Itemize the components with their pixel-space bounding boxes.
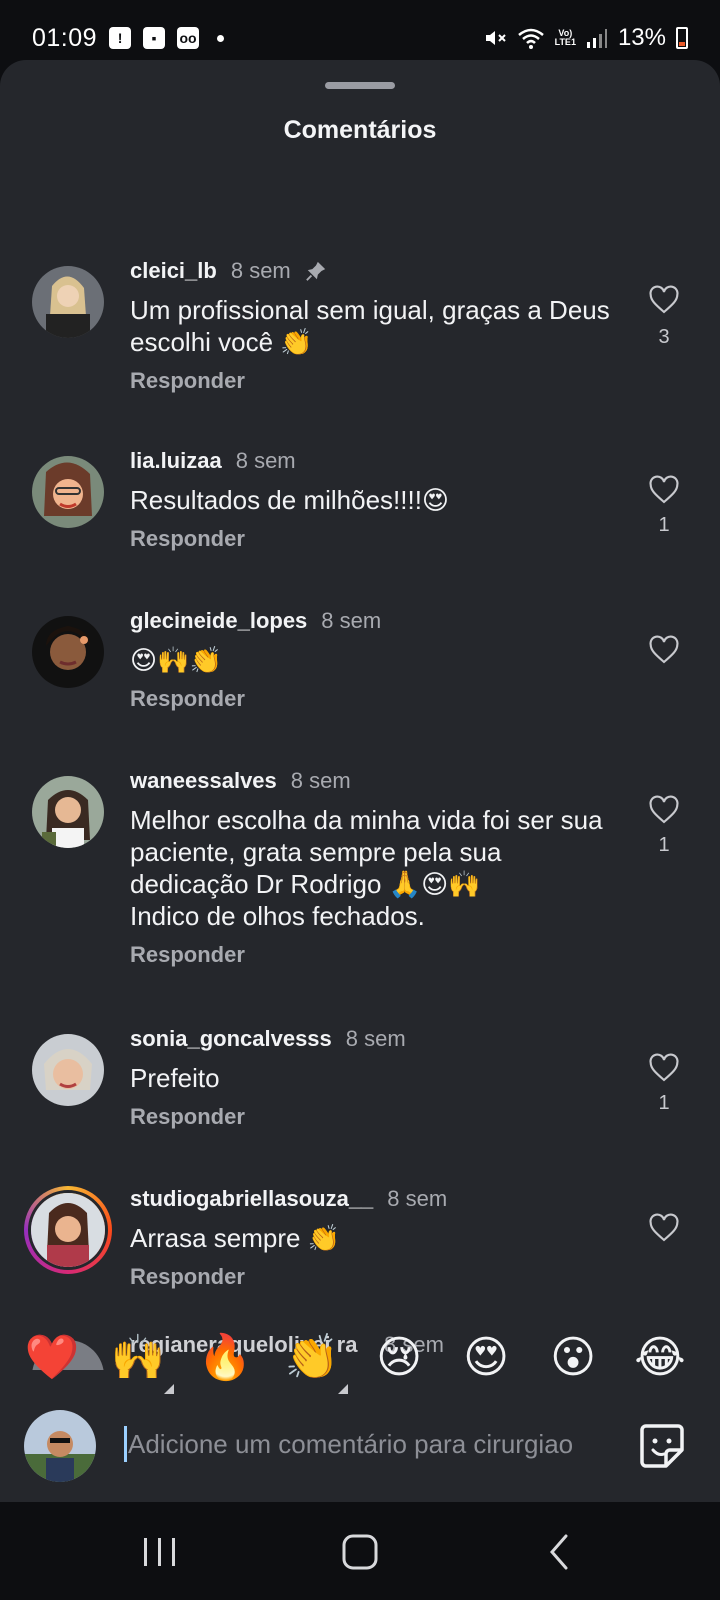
reply-button[interactable]: Responder: [130, 942, 245, 968]
voicemail-icon: oo: [177, 27, 200, 49]
more-notifications-dot: [217, 34, 225, 42]
avatar[interactable]: [32, 616, 104, 688]
heart-eyes-emoji-button[interactable]: 😍: [456, 1328, 516, 1388]
status-time: 01:09: [32, 23, 98, 52]
battery-icon: [676, 27, 688, 49]
alert-icon: !: [109, 27, 132, 49]
comment-time: 8 sem: [345, 1026, 406, 1051]
emoji-glyph: 👏: [284, 1333, 340, 1382]
sheet-grabber[interactable]: [325, 82, 395, 89]
battery-percent: 13%: [617, 24, 666, 51]
home-icon[interactable]: [338, 1530, 382, 1574]
comment-composer: [0, 1410, 720, 1500]
comment-text: Um profissional sem igual, graças a Deus…: [130, 295, 610, 357]
comments-sheet: Comentários cleici_lb 8 sem Um profissio…: [0, 60, 720, 1502]
comment-username[interactable]: sonia_goncalvesss: [130, 1026, 332, 1052]
avatar[interactable]: [32, 456, 104, 528]
tears-of-joy-emoji-button[interactable]: 😂: [630, 1328, 690, 1388]
comment-text: Resultados de milhões!!!!😍: [130, 485, 450, 515]
emoji-glyph: 🙌: [110, 1333, 166, 1382]
heart-icon[interactable]: [648, 794, 680, 826]
wifi-icon: [517, 28, 544, 49]
comment-time: 8 sem: [321, 608, 382, 633]
comment-text: Arrasa sempre 👏: [130, 1223, 341, 1253]
reply-button[interactable]: Responder: [130, 526, 245, 552]
comment-time: 8 sem: [387, 1186, 448, 1211]
image-icon: ▪: [143, 27, 166, 49]
sticker-icon[interactable]: [638, 1422, 686, 1470]
raising-hands-emoji-button[interactable]: 🙌: [108, 1328, 174, 1394]
heart-icon[interactable]: [648, 1052, 680, 1084]
sheet-title: Comentários: [283, 116, 437, 144]
comment-time: 8 sem: [230, 258, 291, 283]
reply-button[interactable]: Responder: [130, 1264, 245, 1290]
comment-username[interactable]: studiogabriellasouza__: [130, 1186, 373, 1212]
comment-username[interactable]: glecineide_lopes: [130, 608, 307, 634]
back-icon[interactable]: [538, 1530, 582, 1574]
lte-indicator: Vo) LTE1: [554, 28, 576, 47]
comment-text: Melhor escolha da minha vida foi ser sua…: [130, 804, 620, 932]
comment-username[interactable]: waneessalves: [130, 768, 277, 794]
comment-text: Prefeito: [130, 1063, 220, 1093]
surprised-face-emoji-button[interactable]: 😮: [543, 1328, 603, 1388]
fire-emoji-button[interactable]: 🔥: [195, 1328, 255, 1388]
heart-icon[interactable]: [648, 474, 680, 506]
signal-icon: [586, 29, 607, 48]
like-count: 1: [658, 834, 670, 856]
mute-icon: [485, 31, 506, 45]
comment-text-line: Indico de olhos fechados.: [130, 901, 425, 931]
skin-tone-indicator: [338, 1384, 348, 1394]
crying-face-emoji-button[interactable]: 😢: [369, 1328, 429, 1388]
system-nav-bar: [0, 1502, 720, 1600]
text-cursor: [124, 1426, 127, 1462]
avatar[interactable]: [32, 266, 104, 338]
comment-time: 8 sem: [235, 448, 296, 473]
comment-username[interactable]: lia.luizaa: [130, 448, 222, 474]
comment-username[interactable]: cleici_lb: [130, 258, 217, 284]
pin-icon: [305, 261, 325, 281]
avatar-story-ring[interactable]: [24, 1186, 112, 1274]
heart-icon[interactable]: [648, 284, 680, 316]
heart-icon[interactable]: [648, 634, 680, 666]
comment-text: 😍🙌👏: [130, 645, 222, 675]
like-count: 1: [658, 1092, 670, 1114]
reply-button[interactable]: Responder: [130, 686, 245, 712]
skin-tone-indicator: [164, 1384, 174, 1394]
comment-text-line: Melhor escolha da minha vida foi ser sua…: [130, 805, 603, 899]
current-user-avatar: [24, 1410, 96, 1482]
comments-list[interactable]: cleici_lb 8 sem Um profissional sem igua…: [0, 190, 720, 1370]
reply-button[interactable]: Responder: [130, 1104, 245, 1130]
comment-time: 8 sem: [290, 768, 351, 793]
like-count: 1: [658, 514, 670, 536]
like-count: 3: [658, 326, 670, 348]
reply-button[interactable]: Responder: [130, 368, 245, 394]
recents-icon[interactable]: [138, 1530, 182, 1574]
comment-input[interactable]: [128, 1422, 612, 1466]
red-heart-emoji-button[interactable]: ❤️: [22, 1328, 82, 1388]
clapping-hands-emoji-button[interactable]: 👏: [282, 1328, 348, 1394]
heart-icon[interactable]: [648, 1212, 680, 1244]
avatar[interactable]: [32, 776, 104, 848]
avatar[interactable]: [32, 1034, 104, 1106]
quick-reactions-bar: ❤️ 🙌 🔥 👏 😢 😍 😮 😂: [0, 1328, 720, 1398]
